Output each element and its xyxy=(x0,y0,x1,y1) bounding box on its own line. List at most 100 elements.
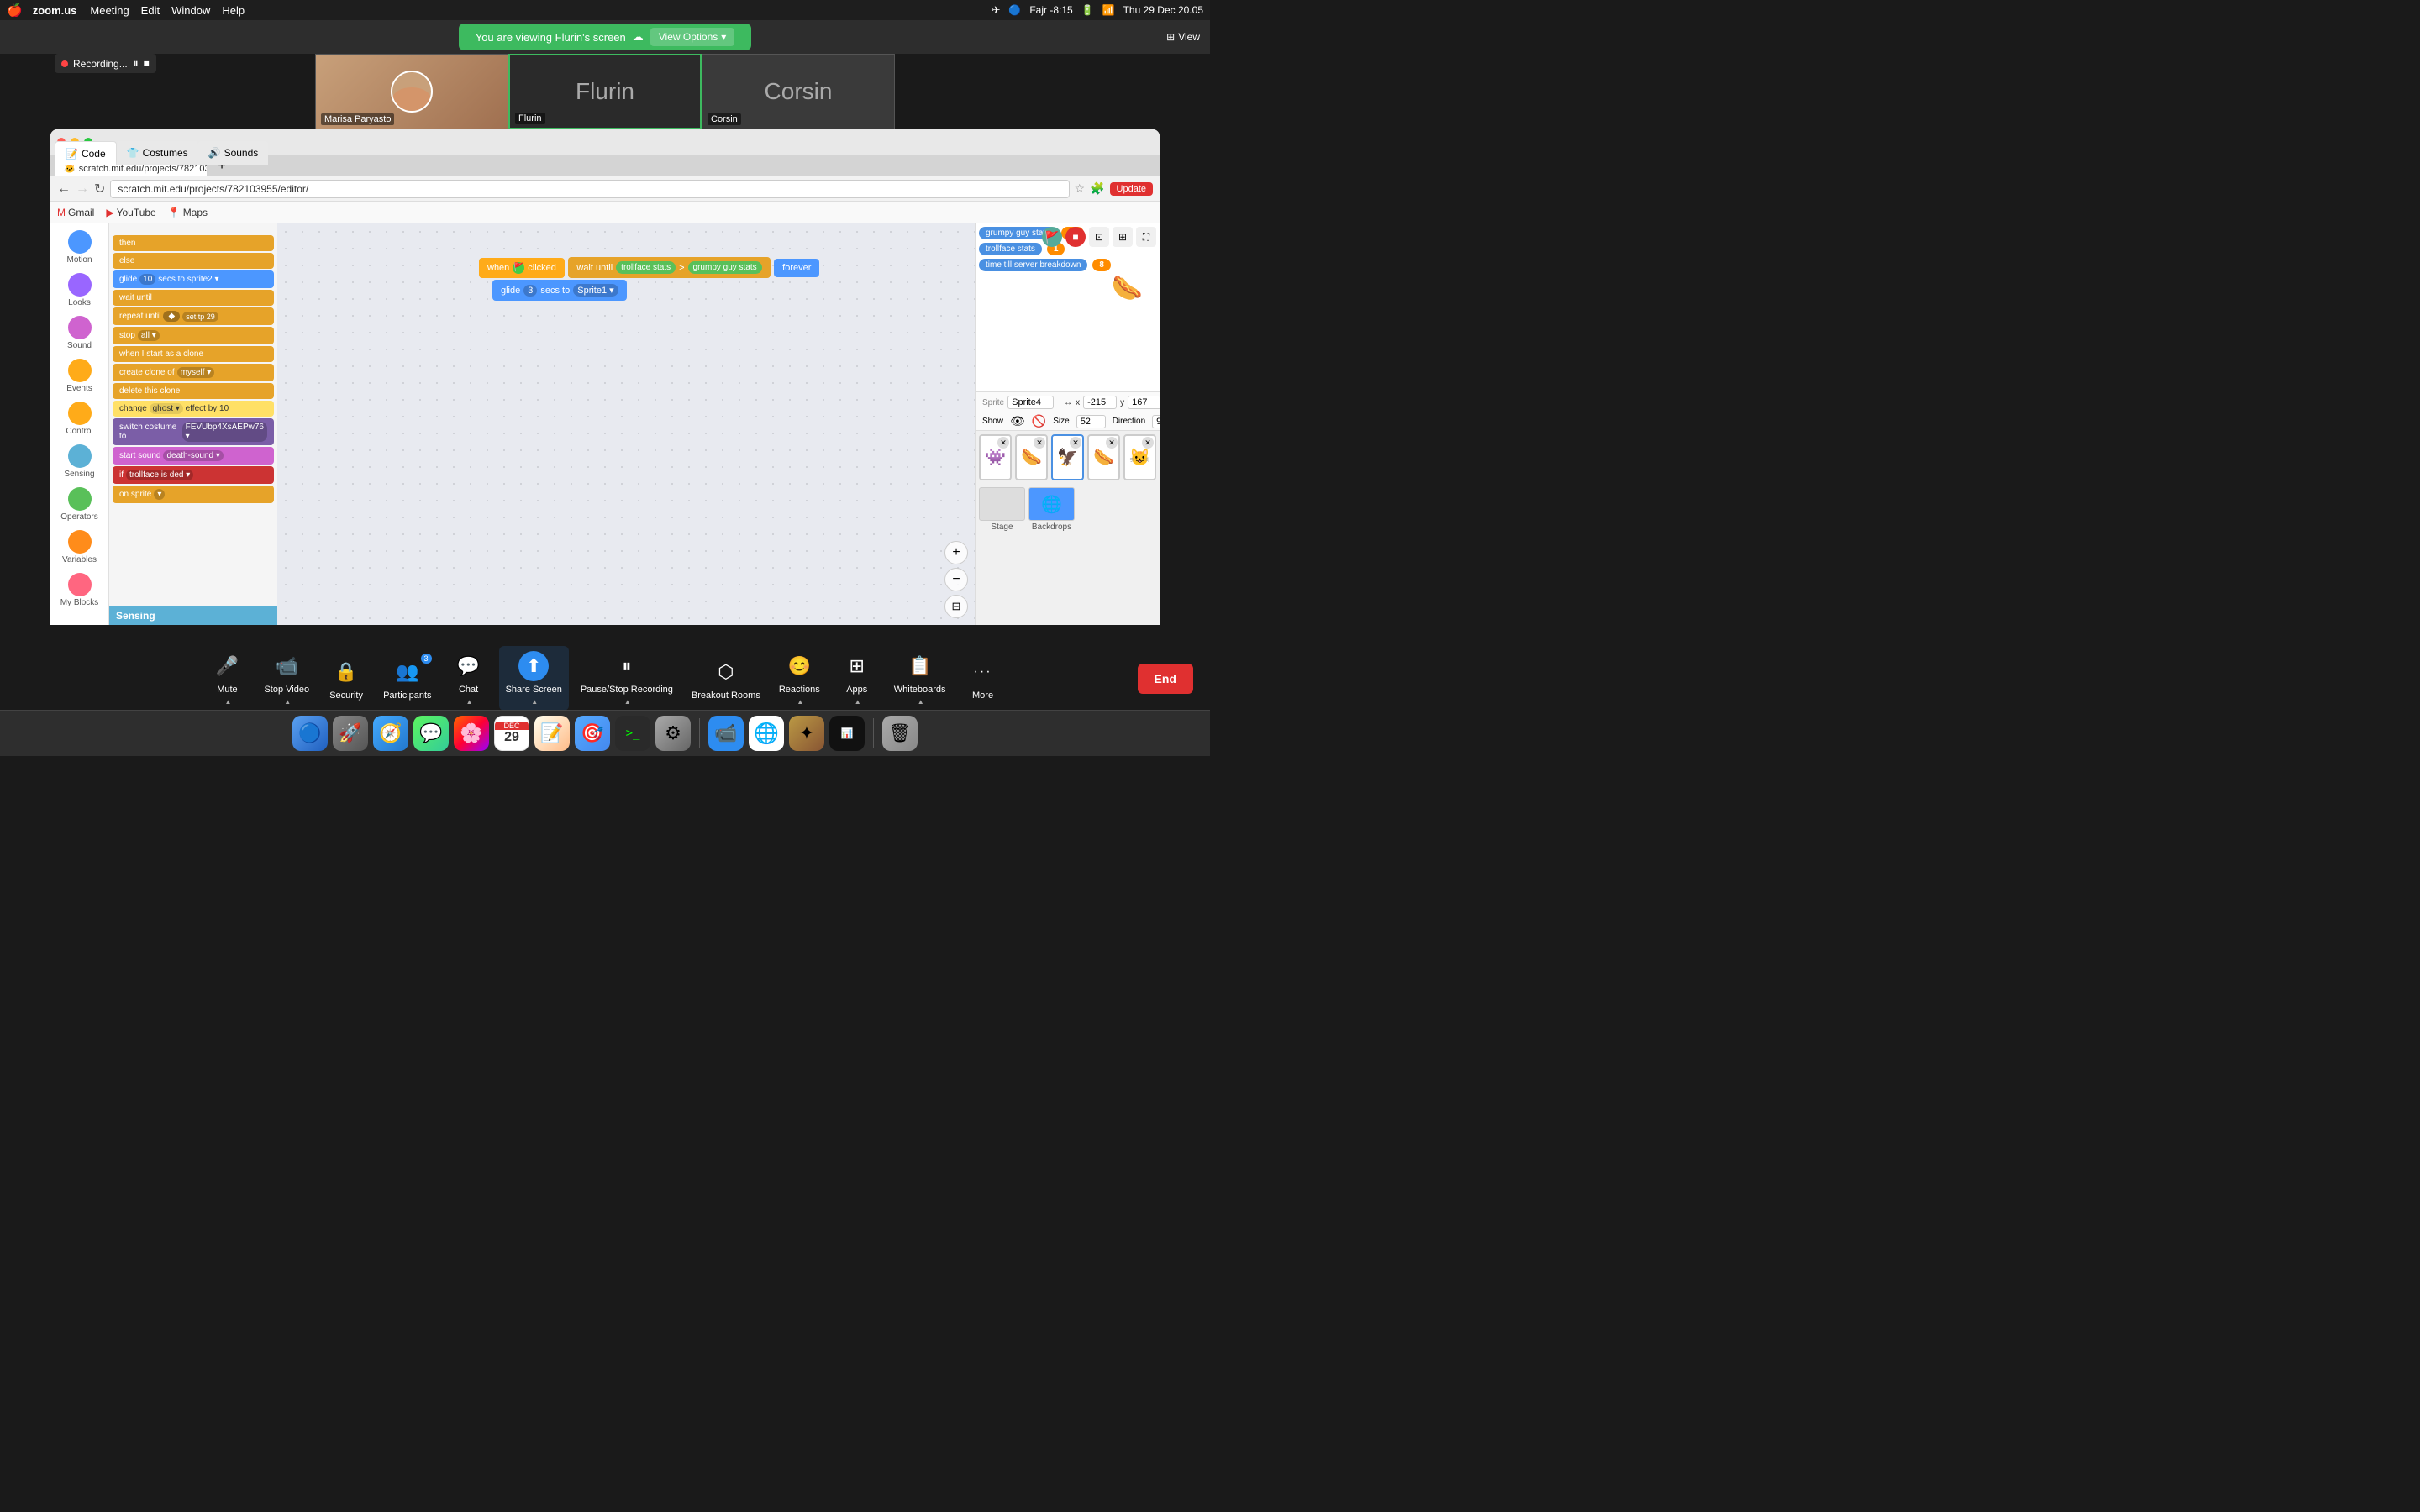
scratch-tab-costumes[interactable]: 👕 Costumes xyxy=(117,141,198,165)
menu-meeting[interactable]: Meeting xyxy=(90,4,129,17)
category-operators[interactable]: Operators xyxy=(53,484,107,525)
zoom-out-button[interactable]: − xyxy=(944,568,968,591)
pause-recording-caret[interactable]: ▲ xyxy=(624,698,631,706)
dock-launchpad[interactable]: 🚀 xyxy=(333,716,368,751)
share-screen-button[interactable]: ⬆ Share Screen ▲ xyxy=(499,646,569,711)
scratch-tab-sounds[interactable]: 🔊 Sounds xyxy=(198,141,269,165)
url-bar[interactable]: scratch.mit.edu/projects/782103955/edito… xyxy=(110,180,1069,198)
apps-button[interactable]: ⊞ Apps ▲ xyxy=(832,646,882,711)
pause-recording-button[interactable]: ⏸ Pause/Stop Recording ▲ xyxy=(574,646,680,711)
whiteboards-button[interactable]: 📋 Whiteboards ▲ xyxy=(887,646,953,711)
sprite-thumb-1[interactable]: 👾 ✕ xyxy=(979,434,1012,480)
category-events[interactable]: Events xyxy=(53,355,107,396)
security-button[interactable]: 🔒 Security xyxy=(321,652,371,706)
participant-tile-flurin[interactable]: Flurin Flurin xyxy=(508,54,702,129)
category-looks[interactable]: Looks xyxy=(53,270,107,311)
block-create-clone[interactable]: create clone of myself ▾ xyxy=(113,364,274,381)
block-forever-label[interactable]: forever xyxy=(774,259,819,277)
block-start-sound[interactable]: start sound death-sound ▾ xyxy=(113,447,274,465)
red-stop-button[interactable]: ■ xyxy=(1065,227,1086,247)
zoom-in-button[interactable]: + xyxy=(944,541,968,564)
category-sensing[interactable]: Sensing xyxy=(53,441,107,482)
block-when-flag[interactable]: when 🚩 clicked xyxy=(479,258,565,278)
block-wait-until[interactable]: wait until xyxy=(113,290,274,306)
block-repeat-until[interactable]: repeat until ◆ set tp 29 xyxy=(113,307,274,325)
block-switch-costume[interactable]: switch costume to FEVUbp4XsAEPw76 ▾ xyxy=(113,418,274,445)
mute-caret[interactable]: ▲ xyxy=(224,698,231,706)
more-button[interactable]: ··· More xyxy=(958,652,1008,706)
sprite-thumb-5[interactable]: 😺 ✕ xyxy=(1123,434,1156,480)
block-glide-3[interactable]: glide 3 secs to Sprite1 ▾ xyxy=(492,280,627,301)
dock-system-prefs[interactable]: ⚙ xyxy=(655,716,691,751)
dock-activity[interactable]: 📊 xyxy=(829,716,865,751)
sprite4-del[interactable]: ✕ xyxy=(1106,437,1118,449)
dock-zoom[interactable]: 📹 xyxy=(708,716,744,751)
dock-safari[interactable]: 🧭 xyxy=(373,716,408,751)
view-options-button[interactable]: View Options ▾ xyxy=(650,28,735,46)
large-stage-button[interactable]: ⊞ xyxy=(1113,227,1133,247)
sprite-thumb-4[interactable]: 🌭 ✕ xyxy=(1087,434,1120,480)
participant-tile-marisa[interactable]: Marisa Paryasto xyxy=(315,54,508,129)
block-then[interactable]: then xyxy=(113,235,274,251)
reactions-caret[interactable]: ▲ xyxy=(797,698,803,706)
dock-photos[interactable]: 🌸 xyxy=(454,716,489,751)
bookmark-youtube[interactable]: ▶ YouTube xyxy=(106,207,155,218)
view-button-right[interactable]: ⊞ View xyxy=(1166,31,1200,43)
block-stop-all[interactable]: stop all ▾ xyxy=(113,327,274,344)
refresh-button[interactable]: ↻ xyxy=(94,181,105,197)
block-delete-clone[interactable]: delete this clone xyxy=(113,383,274,399)
y-input[interactable] xyxy=(1128,396,1160,409)
x-input[interactable] xyxy=(1083,396,1117,409)
category-control[interactable]: Control xyxy=(53,398,107,439)
mute-button[interactable]: 🎤 Mute ▲ xyxy=(202,646,252,711)
sprite5-del[interactable]: ✕ xyxy=(1142,437,1154,449)
category-variables[interactable]: Variables xyxy=(53,527,107,568)
bookmark-gmail[interactable]: M Gmail xyxy=(57,207,94,218)
direction-input[interactable] xyxy=(1152,415,1160,428)
stage-thumb[interactable] xyxy=(979,487,1025,521)
share-screen-caret[interactable]: ▲ xyxy=(531,698,538,706)
scratch-tab-code[interactable]: 📝 Code xyxy=(55,141,117,165)
block-change-ghost[interactable]: change ghost ▾ effect by 10 xyxy=(113,401,274,417)
menu-help[interactable]: Help xyxy=(222,4,245,17)
dock-chrome[interactable]: 🌐 xyxy=(749,716,784,751)
dock-terminal[interactable]: >_ xyxy=(615,716,650,751)
back-button[interactable]: ← xyxy=(57,181,71,197)
whiteboards-caret[interactable]: ▲ xyxy=(918,698,924,706)
stop-video-button[interactable]: 📹 Stop Video ▲ xyxy=(257,646,316,711)
video-caret[interactable]: ▲ xyxy=(284,698,291,706)
backdrops-thumb[interactable]: 🌐 xyxy=(1028,487,1075,521)
category-sound[interactable]: Sound xyxy=(53,312,107,354)
green-flag-button[interactable]: 🚩 xyxy=(1042,227,1062,247)
apps-caret[interactable]: ▲ xyxy=(855,698,861,706)
dock-notes[interactable]: 📝 xyxy=(534,716,570,751)
pause-icon[interactable]: ⏸ xyxy=(133,56,139,71)
extensions-icon[interactable]: 🧩 xyxy=(1090,181,1104,196)
participants-button[interactable]: 👥 3 Participants xyxy=(376,652,438,706)
breakout-rooms-button[interactable]: ⬡ Breakout Rooms xyxy=(685,652,767,706)
show-eye-visible[interactable]: 👁 xyxy=(1010,414,1025,428)
chat-caret[interactable]: ▲ xyxy=(466,698,473,706)
dock-keynote[interactable]: 🎯 xyxy=(575,716,610,751)
block-clone-start[interactable]: when I start as a clone xyxy=(113,346,274,362)
block-if-trollface[interactable]: if trollface is ded ▾ xyxy=(113,466,274,484)
reactions-button[interactable]: 😊 Reactions ▲ xyxy=(772,646,827,711)
block-glide[interactable]: glide 10 secs to sprite2 ▾ xyxy=(113,270,274,288)
dock-messages[interactable]: 💬 xyxy=(413,716,449,751)
sprite3-del[interactable]: ✕ xyxy=(1070,437,1081,449)
category-myblocks[interactable]: My Blocks xyxy=(53,570,107,611)
apple-logo[interactable]: 🍎 xyxy=(7,3,23,18)
sprite-name-input[interactable] xyxy=(1007,396,1054,409)
category-motion[interactable]: Motion xyxy=(53,227,107,268)
fit-screen-button[interactable]: ⊟ xyxy=(944,595,968,618)
block-on-sprite[interactable]: on sprite ▾ xyxy=(113,486,274,503)
participant-tile-corsin[interactable]: Corsin Corsin xyxy=(702,54,895,129)
menu-window[interactable]: Window xyxy=(171,4,210,17)
chat-button[interactable]: 💬 Chat ▲ xyxy=(444,646,494,711)
sprite-thumb-2[interactable]: 🌭 ✕ xyxy=(1015,434,1048,480)
dock-notch[interactable]: ✦ xyxy=(789,716,824,751)
scratch-scripts-area[interactable]: when 🚩 clicked wait until trollface stat… xyxy=(277,223,975,625)
end-button[interactable]: End xyxy=(1138,664,1193,694)
forward-button[interactable]: → xyxy=(76,181,89,197)
stop-icon[interactable]: ⏹ xyxy=(144,56,150,71)
